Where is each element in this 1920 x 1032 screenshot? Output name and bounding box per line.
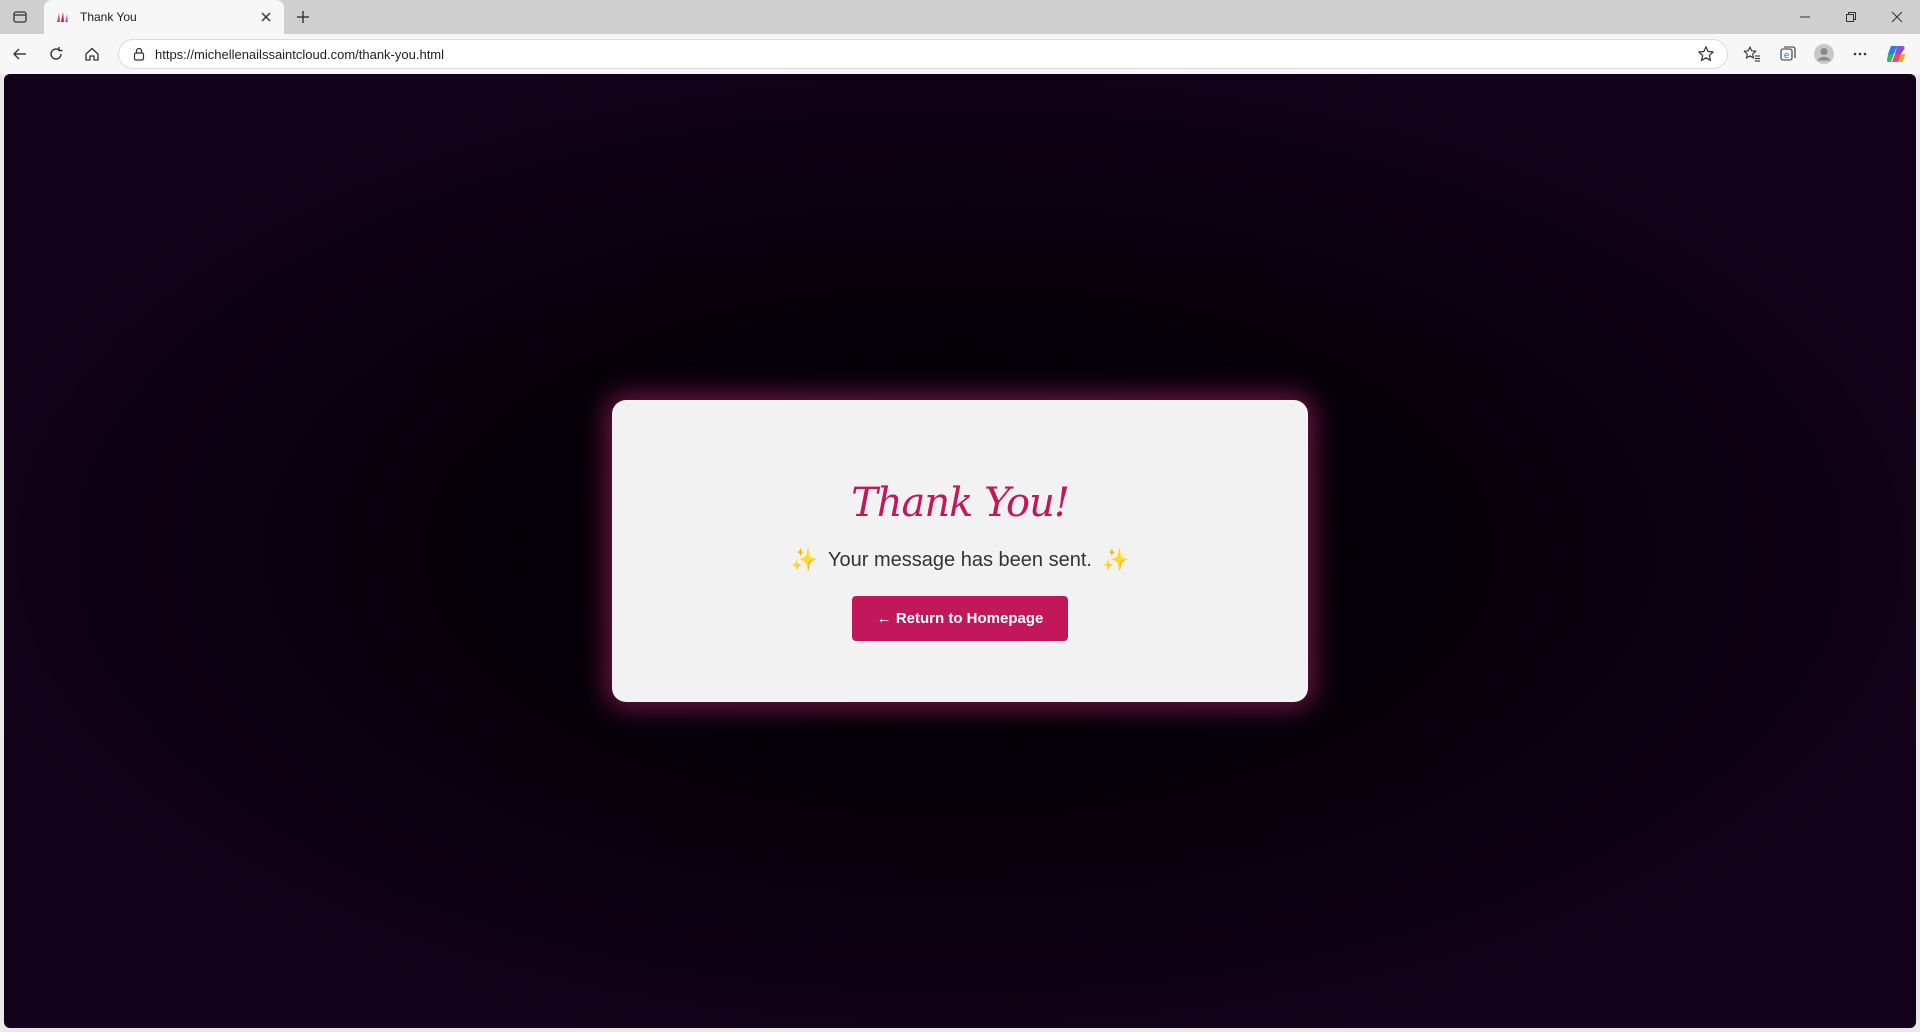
- tab-title: Thank You: [80, 10, 137, 24]
- minimize-icon[interactable]: [1782, 0, 1828, 34]
- tab-strip: Thank You: [0, 0, 1920, 34]
- nails-favicon: [54, 9, 70, 25]
- confirmation-message: ✨ Your message has been sent. ✨: [781, 546, 1140, 574]
- message-text: Your message has been sent.: [828, 548, 1092, 571]
- browser-toolbar: https://michellenailssaintcloud.com/than…: [0, 34, 1920, 74]
- profile-icon[interactable]: [1810, 40, 1838, 68]
- address-bar[interactable]: https://michellenailssaintcloud.com/than…: [118, 39, 1728, 69]
- restore-icon[interactable]: [1828, 0, 1874, 34]
- window-controls: [1782, 0, 1920, 34]
- return-to-homepage-button[interactable]: ← Return to Homepage: [852, 596, 1068, 641]
- plus-icon[interactable]: [290, 4, 316, 30]
- page-title: Thank You!: [851, 480, 1070, 526]
- thank-you-card: Thank You! ✨ Your message has been sent.…: [612, 400, 1308, 702]
- reload-icon[interactable]: [42, 40, 70, 68]
- collections-icon[interactable]: e: [1774, 40, 1802, 68]
- svg-text:e: e: [1784, 51, 1790, 61]
- close-icon[interactable]: [256, 7, 276, 27]
- page-viewport: Thank You! ✨ Your message has been sent.…: [4, 74, 1916, 1028]
- star-icon[interactable]: [1695, 43, 1717, 65]
- address-url[interactable]: https://michellenailssaintcloud.com/than…: [155, 47, 1695, 62]
- favorites-icon[interactable]: [1738, 40, 1766, 68]
- lock-icon[interactable]: [131, 46, 147, 62]
- tab-actions-icon[interactable]: [6, 4, 34, 30]
- window-close-icon[interactable]: [1874, 0, 1920, 34]
- more-icon[interactable]: [1846, 40, 1874, 68]
- sparkle-icon: ✨: [790, 547, 819, 572]
- copilot-icon[interactable]: [1882, 40, 1910, 68]
- home-icon[interactable]: [78, 40, 106, 68]
- sparkle-icon: ✨: [1101, 547, 1130, 572]
- tab-thank-you[interactable]: Thank You: [44, 0, 284, 34]
- back-arrow-icon[interactable]: [6, 40, 34, 68]
